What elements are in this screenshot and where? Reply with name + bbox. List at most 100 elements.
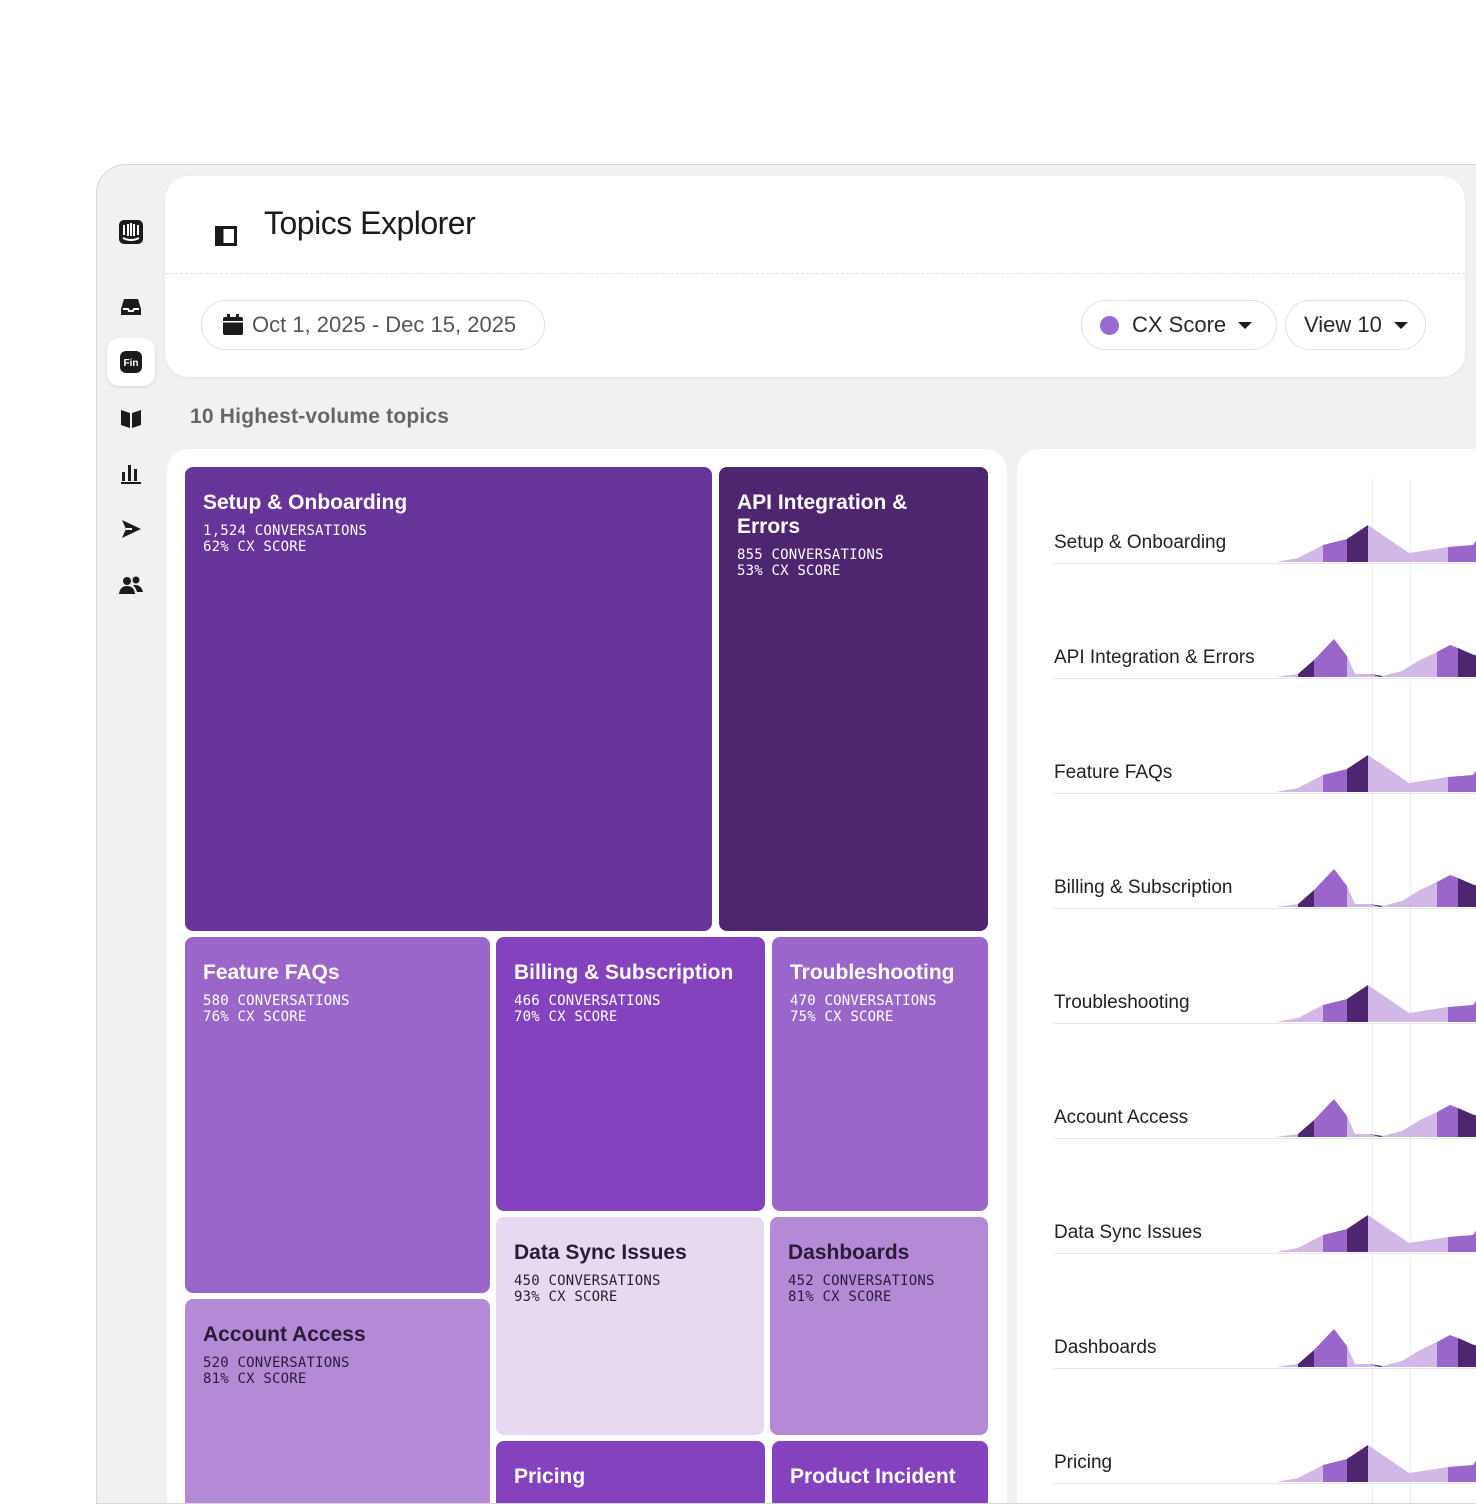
topic-conversations: 470 CONVERSATIONS xyxy=(790,993,937,1009)
sparkline-segment xyxy=(1380,652,1437,677)
inbox-icon[interactable] xyxy=(107,283,155,331)
trend-row[interactable]: Setup & Onboarding xyxy=(1054,449,1476,564)
treemap-tile[interactable]: Troubleshooting 470 CONVERSATIONS 75% CX… xyxy=(772,937,988,1211)
sparkline-chart xyxy=(1276,869,1476,907)
treemap-tile[interactable]: Billing & Subscription 466 CONVERSATIONS… xyxy=(496,937,765,1211)
sparkline-segment xyxy=(1347,1346,1380,1367)
trend-label: Setup & Onboarding xyxy=(1054,532,1227,553)
treemap-tile[interactable]: Pricing xyxy=(496,1441,765,1503)
sparkline-segment xyxy=(1276,1005,1323,1022)
sparkline-segment xyxy=(1276,1134,1298,1137)
sparkline-segment xyxy=(1347,656,1380,677)
trend-label: Data Sync Issues xyxy=(1054,1222,1202,1243)
topic-name: API Integration & Errors xyxy=(737,491,908,538)
treemap-tile[interactable]: Setup & Onboarding 1,524 CONVERSATIONS 6… xyxy=(185,467,712,931)
sparkline-segment xyxy=(1314,869,1347,907)
sparkline-chart xyxy=(1276,1099,1476,1137)
topic-name: Setup & Onboarding xyxy=(203,491,408,514)
topic-cx-score: 70% CX SCORE xyxy=(514,1009,618,1025)
sparkline-segment xyxy=(1448,775,1473,792)
trend-row[interactable]: Pricing xyxy=(1054,1369,1476,1484)
sparkline-segment xyxy=(1276,1235,1323,1252)
sparkline-segment xyxy=(1448,1465,1473,1482)
trend-row[interactable]: Account Access xyxy=(1054,1024,1476,1139)
sparkline-segment xyxy=(1323,539,1347,562)
sparkline-segment xyxy=(1314,1099,1347,1137)
topic-cx-score: 53% CX SCORE xyxy=(737,563,841,579)
sparkline-segment xyxy=(1448,1235,1473,1252)
sparkline-segment xyxy=(1368,1215,1448,1252)
topic-cx-score: 93% CX SCORE xyxy=(514,1289,618,1305)
sparkline-segment xyxy=(1276,904,1298,907)
app-window: Fin Topics Explorer Oct 1, 2025 - Dec 15… xyxy=(96,164,1476,1504)
trend-label: Pricing xyxy=(1054,1452,1113,1473)
topic-cx-score: 75% CX SCORE xyxy=(790,1009,894,1025)
section-label: 10 Highest-volume topics xyxy=(190,405,450,428)
intercom-logo-icon[interactable] xyxy=(107,208,155,256)
sparkline-segment xyxy=(1380,1112,1437,1137)
trend-row[interactable]: Feature FAQs xyxy=(1054,679,1476,794)
treemap-tile[interactable]: Feature FAQs 580 CONVERSATIONS 76% CX SC… xyxy=(185,937,490,1293)
treemap-tile[interactable]: Dashboards 452 CONVERSATIONS 81% CX SCOR… xyxy=(770,1217,988,1435)
sparkline-segment xyxy=(1380,1342,1437,1367)
topic-conversations: 855 CONVERSATIONS xyxy=(737,547,884,563)
topic-cx-score: 76% CX SCORE xyxy=(203,1009,307,1025)
sparkline-segment xyxy=(1380,882,1437,907)
treemap-tile[interactable]: Account Access 520 CONVERSATIONS 81% CX … xyxy=(185,1299,490,1503)
sparkline-segment xyxy=(1448,545,1473,562)
sparkline-segment xyxy=(1323,999,1347,1022)
treemap-tile[interactable]: Data Sync Issues 450 CONVERSATIONS 93% C… xyxy=(496,1217,764,1435)
topic-conversations: 452 CONVERSATIONS xyxy=(788,1273,935,1289)
sparkline-segment xyxy=(1276,674,1298,677)
trend-row[interactable]: Data Sync Issues xyxy=(1054,1139,1476,1254)
metric-color-dot xyxy=(1100,315,1119,335)
sparkline-segment xyxy=(1347,1215,1368,1252)
sparkline-segment xyxy=(1347,755,1368,792)
chevron-down-icon xyxy=(1238,321,1253,329)
metric-select[interactable]: CX Score xyxy=(1081,300,1277,350)
sparkline-segment xyxy=(1458,1108,1476,1137)
trend-row[interactable]: API Integration & Errors xyxy=(1054,564,1476,679)
trend-label: API Integration & Errors xyxy=(1054,647,1255,668)
date-range-value: Oct 1, 2025 - Dec 15, 2025 xyxy=(252,312,517,337)
sparkline-chart xyxy=(1276,639,1476,677)
sparkline-segment xyxy=(1437,1335,1458,1367)
contacts-people-icon[interactable] xyxy=(107,561,155,609)
knowledge-book-icon[interactable] xyxy=(107,394,155,442)
reports-chart-icon[interactable] xyxy=(107,449,155,497)
sparkline-segment xyxy=(1437,645,1458,677)
topic-cx-score: 62% CX SCORE xyxy=(203,539,307,555)
trend-label: Billing & Subscription xyxy=(1054,877,1233,898)
treemap-tile[interactable]: API Integration & Errors 855 CONVERSATIO… xyxy=(719,467,988,931)
trend-label: Feature FAQs xyxy=(1054,762,1173,783)
calendar-icon xyxy=(223,314,243,335)
trend-row[interactable]: Dashboards xyxy=(1054,1254,1476,1369)
date-range-picker[interactable]: Oct 1, 2025 - Dec 15, 2025 xyxy=(201,300,545,350)
sparkline-segment xyxy=(1276,1364,1298,1367)
sparkline-segment xyxy=(1298,1120,1314,1137)
sparkline-segment xyxy=(1347,985,1368,1022)
sparkline-segment xyxy=(1323,1459,1347,1482)
treemap-tile[interactable]: Product Incident xyxy=(772,1441,988,1503)
header-divider xyxy=(165,273,1465,274)
sparkline-chart xyxy=(1276,1329,1476,1367)
view-count-select[interactable]: View 10 xyxy=(1285,300,1426,350)
sparkline-segment xyxy=(1458,648,1476,677)
view-select-label: View 10 xyxy=(1304,312,1382,337)
outbound-send-icon[interactable] xyxy=(107,505,155,553)
sparkline-chart xyxy=(1276,755,1476,792)
sparkline-segment xyxy=(1448,1005,1473,1022)
trend-row[interactable]: Troubleshooting xyxy=(1054,909,1476,1024)
sidebar-toggle-icon[interactable] xyxy=(215,226,237,246)
sparkline-segment xyxy=(1298,1350,1314,1367)
topic-name: Pricing xyxy=(514,1465,586,1488)
topics-treemap: Setup & Onboarding 1,524 CONVERSATIONS 6… xyxy=(167,449,1007,1503)
fin-icon[interactable]: Fin xyxy=(107,338,155,386)
sparkline-segment xyxy=(1298,890,1314,907)
trend-row[interactable]: Billing & Subscription xyxy=(1054,794,1476,909)
topic-cx-score: 81% CX SCORE xyxy=(203,1371,307,1387)
topic-conversations: 466 CONVERSATIONS xyxy=(514,993,661,1009)
header-card: Topics Explorer Oct 1, 2025 - Dec 15, 20… xyxy=(165,176,1465,377)
trend-label: Dashboards xyxy=(1054,1337,1157,1358)
sparkline-segment xyxy=(1347,1445,1368,1482)
